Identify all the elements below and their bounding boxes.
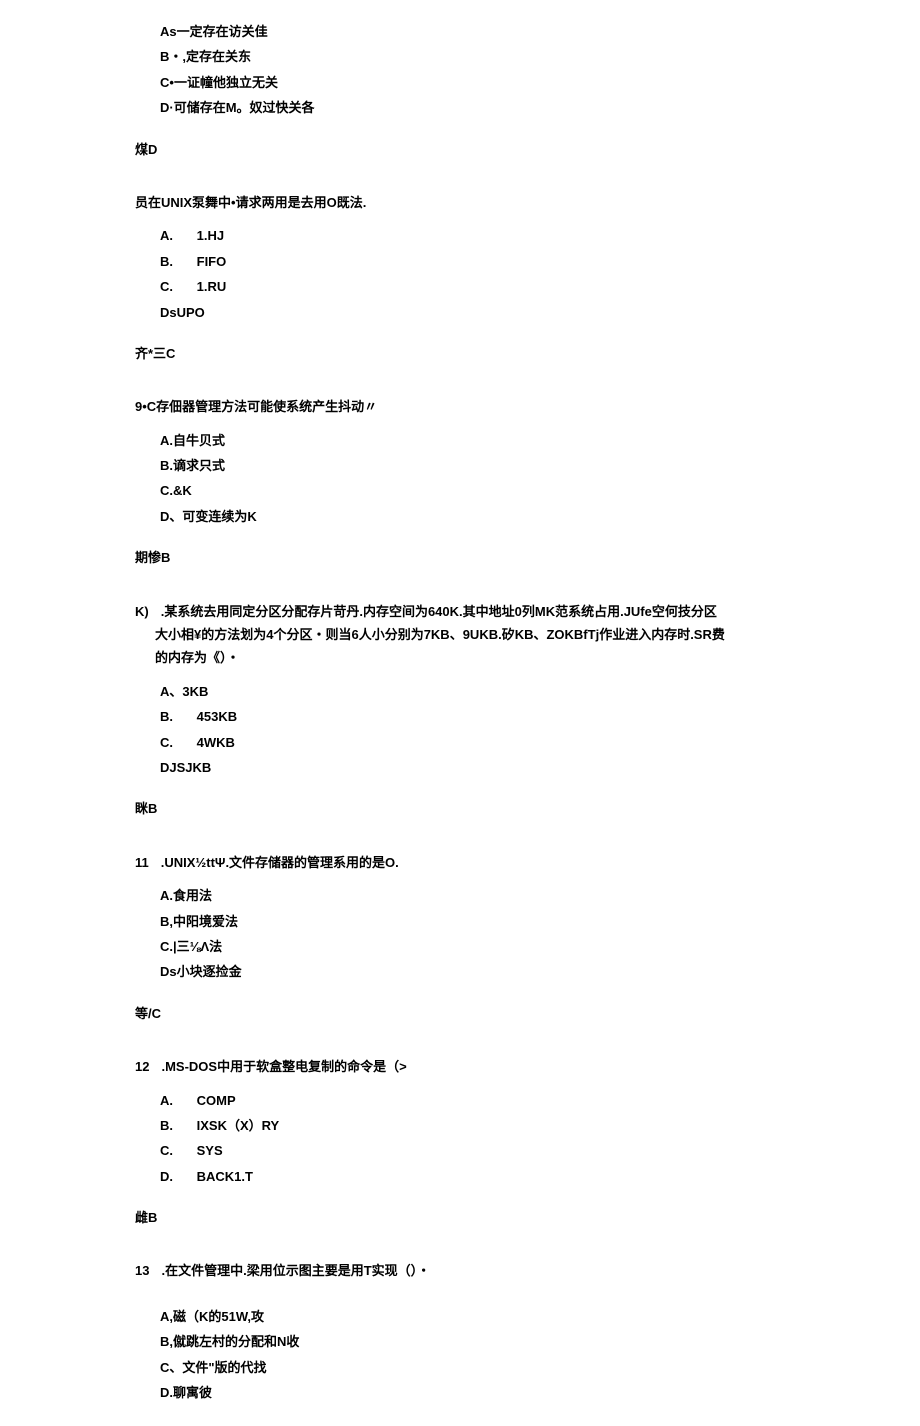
q10-options: A、3KB B. 453KB C. 4WKB DJSJKB (135, 680, 800, 780)
q12-option-b: B. IXSK（X）RY (160, 1114, 800, 1137)
q10-option-b: B. 453KB (160, 705, 800, 728)
q11-option-b: B,中阳境爱法 (160, 910, 800, 933)
q8: 员在UNIX泵舞中•请求两用是去用O既法. A. 1.HJ B. FIFO C.… (135, 191, 800, 324)
option-text: BACK1.T (197, 1169, 253, 1184)
q13-option-a: A,磁（K的51W,攻 (160, 1305, 800, 1328)
q11-option-a: A.食用法 (160, 884, 800, 907)
option-text: 1.HJ (197, 228, 224, 243)
q10-answer: 眯B (135, 797, 800, 820)
option-label: A. (160, 224, 178, 247)
q7-option-a: As一定存在访关佳 (160, 20, 800, 43)
q12-options: A. COMP B. IXSK（X）RY C. SYS D. BACK1.T (135, 1089, 800, 1189)
q10-line2: 大小相¥的方法划为4个分区・则当6人小分别为7KB、9UKB.矽KB、ZOKBf… (135, 623, 800, 646)
option-label: C. (160, 1139, 178, 1162)
q9-option-b: B.谪求只式 (160, 454, 800, 477)
option-label: B. (160, 250, 178, 273)
q10-line3: 的内存为《）・ (135, 646, 800, 669)
q10-line1: .某系统去用同定分区分配存片苛丹.内存空间为640K.其中地址0列MK范系统占用… (161, 604, 717, 619)
option-text: FIFO (197, 254, 227, 269)
option-text: IXSK（X）RY (197, 1118, 280, 1133)
q10-prefix: K) (135, 600, 149, 623)
q11-text: 11 .UNIX½ttΨ.文件存储器的管理系用的是O. (135, 851, 800, 874)
option-label: B. (160, 1114, 178, 1137)
q12-body: .MS-DOS中用于软盒整电复制的命令是（> (161, 1059, 406, 1074)
q10: K) .某系统去用同定分区分配存片苛丹.内存空间为640K.其中地址0列MK范系统… (135, 600, 800, 780)
option-label: C. (160, 275, 178, 298)
option-text: 1.RU (197, 279, 227, 294)
q11: 11 .UNIX½ttΨ.文件存储器的管理系用的是O. A.食用法 B,中阳境爱法… (135, 851, 800, 984)
q7-option-b: B・,定存在关东 (160, 45, 800, 68)
q7-options: As一定存在访关佳 B・,定存在关东 C•一证幢他独立无关 D·可储存在M。奴过… (135, 20, 800, 120)
q11-body: .UNIX½ttΨ.文件存储器的管理系用的是O. (161, 855, 399, 870)
q8-option-a: A. 1.HJ (160, 224, 800, 247)
option-text: SYS (197, 1143, 223, 1158)
q8-answer: 齐*三C (135, 342, 800, 365)
q12-option-a: A. COMP (160, 1089, 800, 1112)
q13-text: 13 .在文件管理中.梁用位示图主要是用T实现（）・ (135, 1259, 800, 1282)
q7-option-c: C•一证幢他独立无关 (160, 71, 800, 94)
q10-option-d: DJSJKB (160, 756, 800, 779)
q9-options: A.自牛贝式 B.谪求只式 C.&K D、可变连续为K (135, 429, 800, 529)
q10-option-c: C. 4WKB (160, 731, 800, 754)
q12: 12 .MS-DOS中用于软盒整电复制的命令是（> A. COMP B. IXSK… (135, 1055, 800, 1188)
q12-option-d: D. BACK1.T (160, 1165, 800, 1188)
q8-text: 员在UNIX泵舞中•请求两用是去用O既法. (135, 191, 800, 214)
q13: 13 .在文件管理中.梁用位示图主要是用T实现（）・ A,磁（K的51W,攻 B,… (135, 1259, 800, 1404)
q8-option-b: B. FIFO (160, 250, 800, 273)
option-label: D. (160, 1165, 178, 1188)
q9-answer: 期惨B (135, 546, 800, 569)
option-text: COMP (197, 1093, 236, 1108)
option-label: B. (160, 705, 178, 728)
q13-option-b: B,僦跳左村的分配和N收 (160, 1330, 800, 1353)
q13-options: A,磁（K的51W,攻 B,僦跳左村的分配和N收 C、文件"版的代找 D.聊寓彼 (135, 1305, 800, 1405)
q11-options: A.食用法 B,中阳境爱法 C.|三⅛Λ法 Ds小块逐捡金 (135, 884, 800, 984)
q12-answer: 雌B (135, 1206, 800, 1229)
q11-option-c: C.|三⅛Λ法 (160, 935, 800, 958)
q12-option-c: C. SYS (160, 1139, 800, 1162)
option-text: 4WKB (197, 735, 235, 750)
q8-option-c: C. 1.RU (160, 275, 800, 298)
q8-option-d: DsUPO (160, 301, 800, 324)
q9: 9•C存佃器管理方法可能使系统产生抖动〃 A.自牛贝式 B.谪求只式 C.&K … (135, 395, 800, 528)
q9-option-d: D、可变连续为K (160, 505, 800, 528)
q7-option-d: D·可储存在M。奴过快关各 (160, 96, 800, 119)
q9-option-a: A.自牛贝式 (160, 429, 800, 452)
q12-prefix: 12 (135, 1055, 149, 1078)
q11-option-d: Ds小块逐捡金 (160, 960, 800, 983)
q11-answer: 等/C (135, 1002, 800, 1025)
option-label: C. (160, 731, 178, 754)
document-content: As一定存在访关佳 B・,定存在关东 C•一证幢他独立无关 D·可储存在M。奴过… (0, 20, 920, 1404)
q10-option-a: A、3KB (160, 680, 800, 703)
q11-prefix: 11 (135, 851, 149, 874)
option-label: A. (160, 1089, 178, 1112)
q10-text: K) .某系统去用同定分区分配存片苛丹.内存空间为640K.其中地址0列MK范系统… (135, 600, 800, 670)
q9-option-c: C.&K (160, 479, 800, 502)
q12-text: 12 .MS-DOS中用于软盒整电复制的命令是（> (135, 1055, 800, 1078)
q13-option-d: D.聊寓彼 (160, 1381, 800, 1404)
q8-options: A. 1.HJ B. FIFO C. 1.RU DsUPO (135, 224, 800, 324)
q13-body: .在文件管理中.梁用位示图主要是用T实现（）・ (161, 1263, 430, 1278)
q7-answer: 煤D (135, 138, 800, 161)
q9-text: 9•C存佃器管理方法可能使系统产生抖动〃 (135, 395, 800, 418)
q13-option-c: C、文件"版的代找 (160, 1356, 800, 1379)
q13-prefix: 13 (135, 1259, 149, 1282)
option-text: 453KB (197, 709, 237, 724)
